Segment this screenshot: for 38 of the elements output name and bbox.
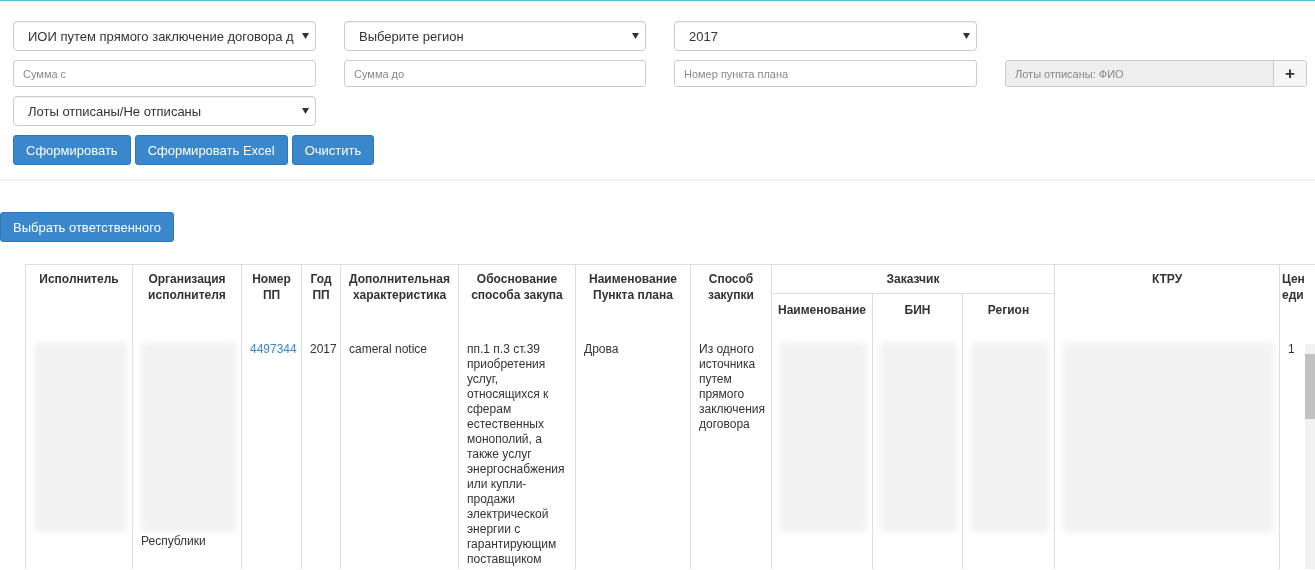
action-button[interactable]: Сформировать — [13, 135, 131, 165]
dropdown[interactable]: ИОИ путем прямого заключение договора д — [13, 21, 316, 51]
column-header: Наименование — [771, 293, 873, 336]
scrollbar[interactable] — [1305, 344, 1315, 569]
input-field[interactable]: Сумма с — [13, 60, 316, 87]
table-cell: Из одного источника путем прямого заключения договора — [699, 342, 766, 431]
caret-icon — [963, 33, 970, 39]
column-header: Обоснование способа закупа — [458, 264, 576, 336]
column-header: Исполнитель — [25, 264, 133, 336]
column-header: Регион — [962, 293, 1055, 336]
table-cell: пп.1 п.3 ст.39 приобретения услуг, относящихся к сферам естественных монополий, а также услуг энергоснабжения или купли-продажи электрической энергии с гарантирующим поставщиком — [467, 342, 565, 566]
column-header: Номер ПП — [241, 264, 302, 336]
caret-icon — [302, 108, 309, 114]
assign-button[interactable]: Выбрать ответственного — [0, 212, 174, 242]
table-cell: Дрова — [584, 342, 619, 356]
dropdown[interactable]: Выберите регион — [344, 21, 646, 51]
input-field[interactable]: Номер пункта плана — [674, 60, 977, 87]
column-header: Способ закупки — [690, 264, 772, 336]
column-header: Цен еди — [1279, 264, 1315, 336]
plan-number-link[interactable]: 4497344 — [250, 342, 297, 356]
input-field[interactable]: Сумма до — [344, 60, 646, 87]
column-header: Организация исполнителя — [132, 264, 242, 336]
column-header: БИН — [872, 293, 963, 336]
column-header: КТРУ — [1054, 264, 1280, 336]
column-header: Год ПП — [301, 264, 341, 336]
table-cell: 1 — [1288, 342, 1295, 356]
dropdown[interactable]: Лоты отписаны/Не отписаны — [13, 96, 316, 126]
column-header: Наименование Пункта плана — [575, 264, 691, 336]
column-header: Дополнительная характеристика — [340, 264, 459, 336]
dropdown[interactable]: 2017 — [674, 21, 977, 51]
caret-icon — [632, 33, 639, 39]
table-cell: 2017 — [310, 342, 337, 356]
action-button[interactable]: Сформировать Excel — [134, 135, 288, 165]
action-button[interactable]: Очистить — [291, 135, 375, 165]
column-header: Заказчик — [771, 264, 1055, 294]
table-cell-text: Республики — [141, 534, 207, 549]
table-cell: cameral notice — [349, 342, 428, 356]
caret-icon — [302, 33, 309, 39]
